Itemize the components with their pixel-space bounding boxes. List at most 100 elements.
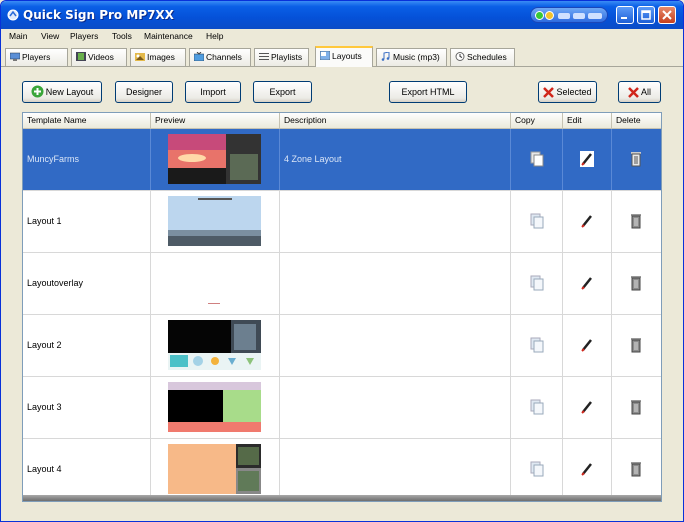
player-status-widget[interactable] — [530, 7, 608, 23]
trash-icon[interactable] — [629, 151, 643, 167]
tab-channels[interactable]: Channels — [189, 48, 251, 66]
menu-tools[interactable]: Tools — [112, 31, 132, 41]
copy-icon[interactable] — [530, 151, 544, 167]
delete-cell — [612, 439, 661, 500]
table-row[interactable]: Layout 3 — [23, 377, 661, 439]
layout-preview-thumbnail — [168, 382, 261, 432]
tab-label: Images — [147, 52, 175, 62]
tab-players[interactable]: Players — [5, 48, 68, 66]
delete-selected-button[interactable]: Selected — [538, 81, 597, 103]
template-name-cell: Layout 4 — [23, 439, 151, 500]
tab-videos[interactable]: Videos — [71, 48, 127, 66]
table-row[interactable]: Layout 2 — [23, 315, 661, 377]
export-button[interactable]: Export — [253, 81, 312, 103]
tab-label: Layouts — [332, 51, 362, 61]
template-name-cell: Layoutoverlay — [23, 253, 151, 314]
minimize-button[interactable] — [616, 6, 634, 24]
title-bar[interactable]: Quick Sign Pro MP7XX — [1, 1, 683, 29]
edit-pencil-icon[interactable] — [580, 399, 594, 415]
menu-players[interactable]: Players — [70, 31, 98, 41]
description-cell — [280, 191, 511, 252]
column-header-delete[interactable]: Delete — [612, 113, 661, 129]
column-header-description[interactable]: Description — [280, 113, 511, 129]
trash-icon[interactable] — [629, 275, 643, 291]
maximize-icon — [641, 10, 651, 20]
edit-cell — [563, 253, 612, 314]
app-window: Quick Sign Pro MP7XX Main View Players T… — [0, 0, 684, 522]
trash-icon[interactable] — [629, 213, 643, 229]
preview-cell — [151, 253, 280, 314]
designer-button[interactable]: Designer — [115, 81, 173, 103]
copy-cell — [511, 439, 563, 500]
preview-cell — [151, 439, 280, 500]
tab-schedules[interactable]: Schedules — [450, 48, 515, 66]
tab-playlists[interactable]: Playlists — [254, 48, 309, 66]
trash-icon[interactable] — [629, 337, 643, 353]
edit-pencil-icon[interactable] — [580, 275, 594, 291]
copy-cell — [511, 377, 563, 438]
new-layout-label: New Layout — [45, 87, 94, 97]
tab-label: Videos — [88, 52, 114, 62]
menu-main[interactable]: Main — [9, 31, 27, 41]
preview-cell — [151, 377, 280, 438]
music-icon — [381, 52, 390, 61]
preview-cell — [151, 129, 280, 190]
delete-x-icon — [628, 87, 639, 98]
delete-all-button[interactable]: All — [618, 81, 661, 103]
layout-preview-thumbnail — [168, 258, 261, 308]
designer-label: Designer — [125, 87, 163, 97]
delete-selected-label: Selected — [556, 87, 592, 97]
copy-cell — [511, 191, 563, 252]
layout-preview-thumbnail — [168, 320, 261, 370]
edit-pencil-icon[interactable] — [580, 213, 594, 229]
new-layout-button[interactable]: New Layout — [22, 81, 102, 103]
column-header-edit[interactable]: Edit — [563, 113, 612, 129]
menu-view[interactable]: View — [41, 31, 59, 41]
copy-cell — [511, 253, 563, 314]
export-html-button[interactable]: Export HTML — [389, 81, 467, 103]
close-button[interactable] — [658, 6, 676, 24]
edit-pencil-icon[interactable] — [580, 151, 594, 167]
import-button[interactable]: Import — [185, 81, 241, 103]
images-icon — [135, 53, 145, 61]
tab-label: Playlists — [271, 52, 303, 62]
tab-label: Music (mp3) — [393, 52, 440, 62]
column-header-copy[interactable]: Copy — [511, 113, 563, 129]
edit-pencil-icon[interactable] — [580, 337, 594, 353]
schedules-icon — [455, 52, 465, 61]
horizontal-scrollbar[interactable] — [23, 495, 661, 501]
delete-cell — [612, 253, 661, 314]
edit-pencil-icon[interactable] — [580, 461, 594, 477]
copy-icon[interactable] — [530, 337, 544, 353]
table-row[interactable]: MuncyFarms 4 Zone Layout — [23, 129, 661, 191]
column-header-name[interactable]: Template Name — [23, 113, 151, 129]
menu-help[interactable]: Help — [206, 31, 223, 41]
tab-images[interactable]: Images — [130, 48, 186, 66]
copy-cell — [511, 129, 563, 190]
layout-preview-thumbnail — [168, 196, 261, 246]
edit-cell — [563, 191, 612, 252]
table-header: Template Name Preview Description Copy E… — [23, 113, 661, 129]
delete-all-label: All — [640, 87, 651, 97]
delete-x-icon — [543, 87, 555, 98]
maximize-button[interactable] — [637, 6, 655, 24]
copy-icon[interactable] — [530, 399, 544, 415]
tab-layouts[interactable]: Layouts — [315, 46, 373, 67]
trash-icon[interactable] — [629, 461, 643, 477]
table-row[interactable]: Layoutoverlay — [23, 253, 661, 315]
tab-music[interactable]: Music (mp3) — [376, 48, 447, 66]
tab-label: Schedules — [467, 52, 507, 62]
menu-maintenance[interactable]: Maintenance — [144, 31, 193, 41]
copy-cell — [511, 315, 563, 376]
copy-icon[interactable] — [530, 213, 544, 229]
description-cell — [280, 377, 511, 438]
table-row[interactable]: Layout 1 — [23, 191, 661, 253]
trash-icon[interactable] — [629, 399, 643, 415]
table-row[interactable]: Layout 4 — [23, 439, 661, 501]
column-header-preview[interactable]: Preview — [151, 113, 280, 129]
copy-icon[interactable] — [530, 275, 544, 291]
layout-preview-thumbnail — [168, 134, 261, 184]
template-name-cell: Layout 1 — [23, 191, 151, 252]
description-cell — [280, 315, 511, 376]
copy-icon[interactable] — [530, 461, 544, 477]
